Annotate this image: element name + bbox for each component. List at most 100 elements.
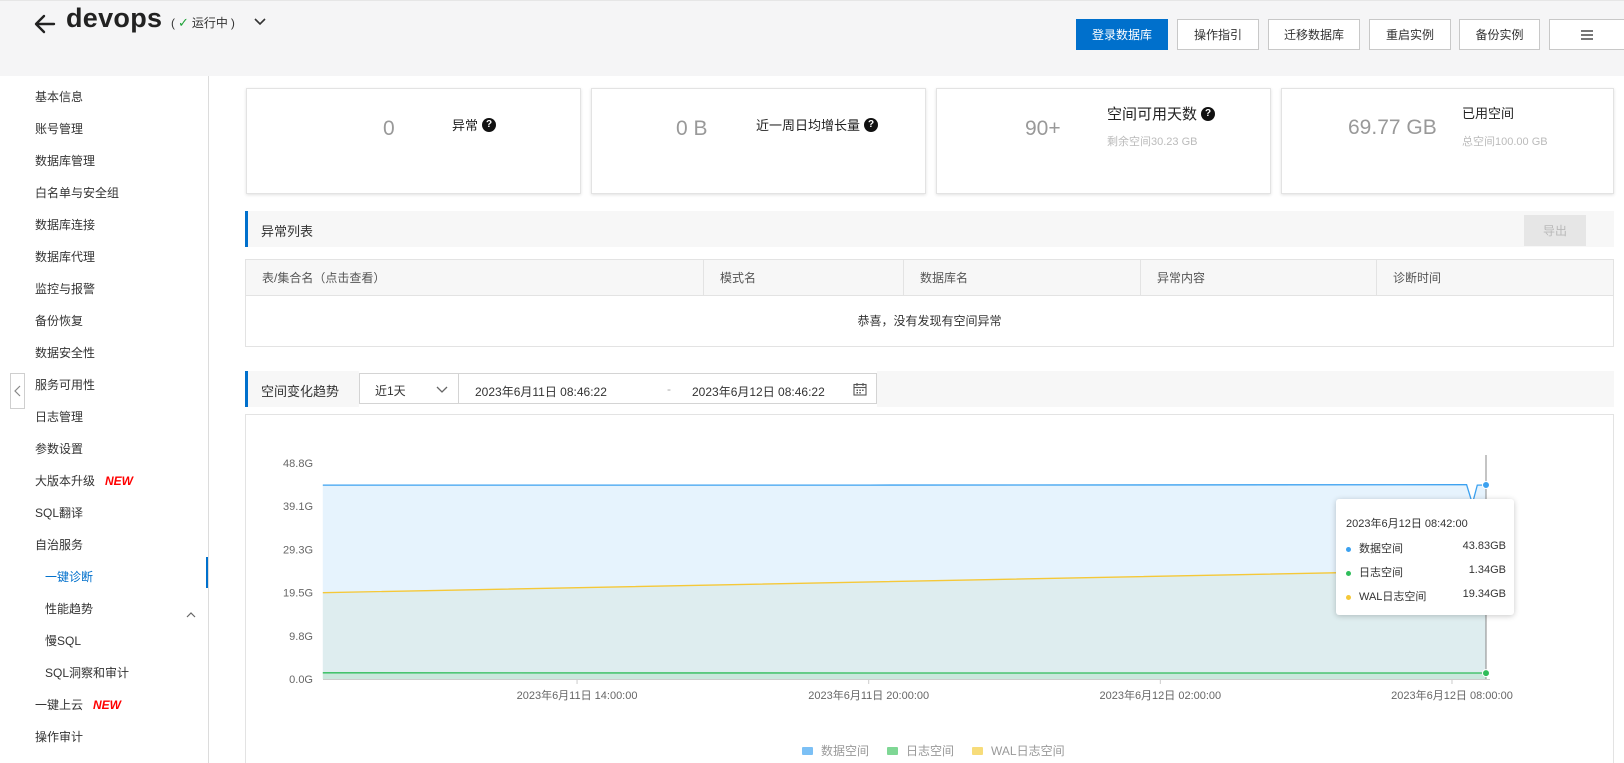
date-separator: - <box>667 382 671 396</box>
calendar-icon[interactable] <box>853 382 867 396</box>
sidebar-item-diagnosis[interactable]: 一键诊断 <box>45 568 93 585</box>
sidebar: 基本信息 账号管理 数据库管理 白名单与安全组 数据库连接 数据库代理 监控与报… <box>0 76 208 763</box>
card-label: 已用空间 <box>1462 106 1515 121</box>
sidebar-item-databases[interactable]: 数据库管理 <box>35 152 95 169</box>
migrate-db-button[interactable]: 迁移数据库 <box>1268 19 1360 50</box>
column-header[interactable]: 表/集合名（点击查看） <box>246 260 704 296</box>
x-tick-label: 2023年6月12日 08:00:00 <box>1391 688 1513 702</box>
section-title: 空间变化趋势 <box>261 384 340 399</box>
help-icon[interactable]: ? <box>1201 106 1216 121</box>
chevron-down-icon <box>436 386 448 393</box>
date-range-picker[interactable]: 2023年6月11日 08:46:22 - 2023年6月12日 08:46:2… <box>458 373 877 404</box>
y-tick-label: 29.3G <box>283 544 313 556</box>
card-anomaly: 0 异常? <box>246 88 581 194</box>
guide-button[interactable]: 操作指引 <box>1177 19 1259 50</box>
sidebar-item-performance[interactable]: 性能趋势 <box>45 600 93 617</box>
sidebar-item-proxy[interactable]: 数据库代理 <box>35 248 95 265</box>
page-header: devops ( ✓ 运行中 ) 登录数据库 操作指引 迁移数据库 重启实例 备… <box>0 0 1624 76</box>
more-menu-button[interactable] <box>1549 19 1624 50</box>
sidebar-item-basic-info[interactable]: 基本信息 <box>35 88 83 105</box>
status-open-paren: ( <box>171 15 175 30</box>
range-select[interactable]: 近1天 <box>359 373 459 404</box>
sidebar-item-accounts[interactable]: 账号管理 <box>35 120 83 137</box>
sidebar-item-slow-sql[interactable]: 慢SQL <box>45 632 81 649</box>
help-icon[interactable]: ? <box>864 117 879 132</box>
check-icon: ✓ <box>178 14 189 30</box>
series-point <box>1482 669 1490 678</box>
sidebar-divider <box>208 76 209 763</box>
sidebar-item-sql-translate[interactable]: SQL翻译 <box>35 504 83 521</box>
restart-button[interactable]: 重启实例 <box>1369 19 1451 50</box>
legend-item[interactable]: WAL日志空间 <box>972 742 1065 759</box>
sidebar-item-monitoring[interactable]: 监控与报警 <box>35 280 95 297</box>
chevron-down-icon[interactable] <box>253 17 267 27</box>
chart-tooltip: 2023年6月12日 08:42:00 数据空间 43.83GB 日志空间 1.34… <box>1336 499 1514 615</box>
tooltip-row: WAL日志空间 19.34GB <box>1346 588 1506 604</box>
sidebar-toggle[interactable] <box>10 373 25 409</box>
legend-item[interactable]: 数据空间 <box>802 742 869 759</box>
series-point <box>1482 480 1490 489</box>
chart-legend: 数据空间 日志空间 WAL日志空间 <box>802 742 1065 759</box>
card-sub: 剩余空间30.23 GB <box>1107 136 1198 148</box>
sidebar-item-backup[interactable]: 备份恢复 <box>35 312 83 329</box>
sidebar-item-op-audit[interactable]: 操作审计 <box>35 728 83 745</box>
card-value: 0 <box>383 117 395 140</box>
new-badge: NEW <box>93 698 122 712</box>
card-available-days: 90+ 空间可用天数? 剩余空间30.23 GB <box>936 88 1271 194</box>
y-tick-label: 9.8G <box>289 631 313 643</box>
card-used-space: 69.77 GB 已用空间 总空间100.00 GB <box>1281 88 1614 194</box>
x-tick-label: 2023年6月11日 14:00:00 <box>517 688 638 702</box>
sidebar-item-sql-audit[interactable]: SQL洞察和审计 <box>45 664 129 681</box>
column-header[interactable]: 异常内容 <box>1141 260 1377 296</box>
list-icon <box>1581 29 1593 40</box>
y-tick-label: 48.8G <box>283 458 313 470</box>
help-icon[interactable]: ? <box>482 117 497 132</box>
chevron-up-icon[interactable] <box>186 611 196 619</box>
sidebar-item-upgrade[interactable]: 大版本升级 NEW <box>35 472 133 489</box>
series-dot <box>1346 546 1351 552</box>
card-value: 0 B <box>676 117 708 140</box>
back-arrow-icon[interactable] <box>32 11 58 37</box>
new-badge: NEW <box>105 474 134 488</box>
x-tick-label: 2023年6月12日 02:00:00 <box>1099 688 1221 702</box>
card-label: 空间可用天数? <box>1107 103 1216 124</box>
sidebar-item-whitelist[interactable]: 白名单与安全组 <box>35 184 119 201</box>
tooltip-row: 数据空间 43.83GB <box>1346 540 1506 556</box>
legend-swatch <box>802 746 813 755</box>
legend-swatch <box>887 746 899 755</box>
sidebar-item-params[interactable]: 参数设置 <box>35 440 83 457</box>
login-db-button[interactable]: 登录数据库 <box>1076 19 1168 50</box>
card-value: 90+ <box>1025 117 1061 140</box>
card-label: 近一周日均增长量? <box>756 115 879 134</box>
y-tick-label: 19.5G <box>283 588 313 600</box>
sidebar-item-availability[interactable]: 服务可用性 <box>35 376 95 393</box>
tooltip-row: 日志空间 1.34GB <box>1346 564 1506 580</box>
column-header[interactable]: 数据库名 <box>904 260 1141 296</box>
card-value: 69.77 GB <box>1348 116 1437 139</box>
section-title: 异常列表 <box>261 224 314 239</box>
end-date[interactable]: 2023年6月12日 08:46:22 <box>692 383 825 400</box>
instance-title: devops <box>66 3 163 33</box>
sidebar-item-autonomy[interactable]: 自治服务 <box>35 536 83 553</box>
trend-header-fill <box>877 371 1614 407</box>
status-close-paren: ) <box>230 15 235 30</box>
export-button[interactable]: 导出 <box>1524 215 1586 246</box>
card-label: 异常? <box>452 115 497 134</box>
series-dot <box>1346 570 1351 576</box>
status-text: 运行中 <box>191 16 228 30</box>
empty-message: 恭喜，没有发现有空间异常 <box>857 314 1002 328</box>
backup-button[interactable]: 备份实例 <box>1459 19 1540 50</box>
sidebar-item-connections[interactable]: 数据库连接 <box>35 216 95 233</box>
x-tick-label: 2023年6月11日 20:00:00 <box>808 688 929 702</box>
column-header[interactable]: 模式名 <box>704 260 904 296</box>
anomaly-table: 表/集合名（点击查看） 模式名 数据库名 异常内容 诊断时间 恭喜，没有发现有空… <box>245 259 1614 347</box>
legend-item[interactable]: 日志空间 <box>887 742 954 759</box>
column-header[interactable]: 诊断时间 <box>1377 260 1613 296</box>
table-header: 表/集合名（点击查看） 模式名 数据库名 异常内容 诊断时间 <box>246 260 1613 296</box>
instance-status: ( ✓ 运行中 ) <box>171 14 235 31</box>
start-date[interactable]: 2023年6月11日 08:46:22 <box>475 383 607 400</box>
card-growth: 0 B 近一周日均增长量? <box>591 88 926 194</box>
sidebar-item-logs[interactable]: 日志管理 <box>35 408 83 425</box>
sidebar-item-security[interactable]: 数据安全性 <box>35 344 95 361</box>
sidebar-item-cloud-migrate[interactable]: 一键上云 NEW <box>35 696 121 713</box>
